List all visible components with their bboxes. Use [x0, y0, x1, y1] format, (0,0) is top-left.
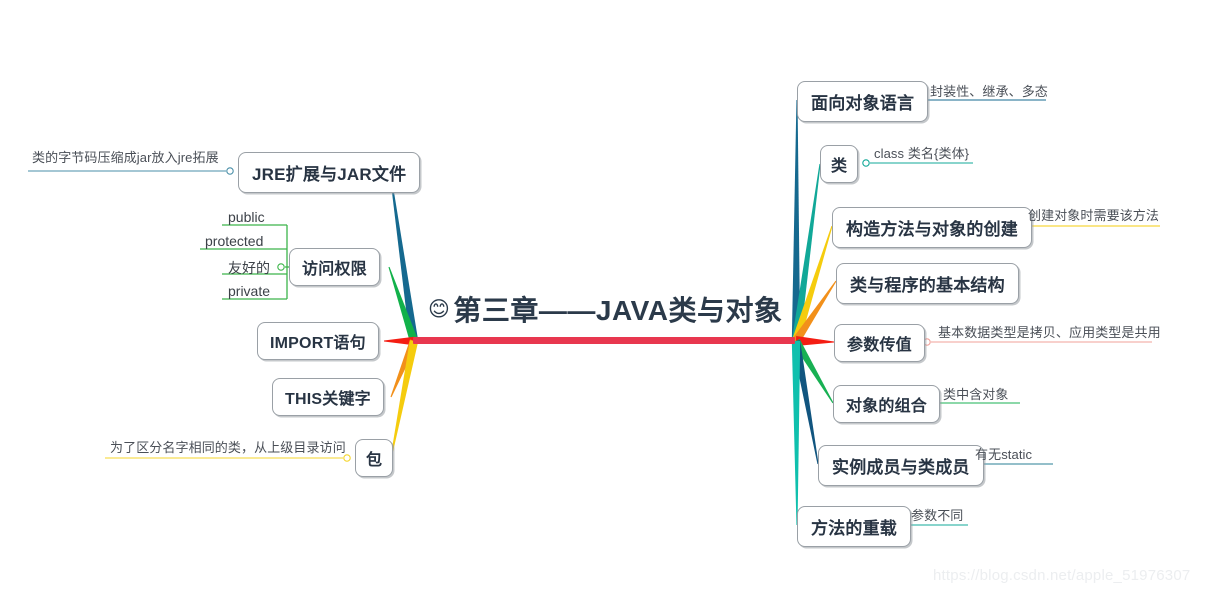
branch-line [390, 339, 418, 398]
sublabel-jre-extension: 类的字节码压缩成jar放入jre拓展 [32, 150, 219, 165]
sub-connector-dot [277, 263, 285, 271]
node-label: 对象的组合 [846, 398, 928, 415]
center-title-text: 第三章——JAVA类与对象 [453, 295, 783, 326]
node-label: 包 [366, 452, 383, 469]
leaf-label-friendly: 友好的 [228, 260, 270, 276]
watermark: https://blog.csdn.net/apple_51976307 [933, 567, 1191, 584]
sublabel-object-composition: 类中含对象 [943, 387, 1009, 402]
node-label: 类与程序的基本结构 [850, 276, 1005, 295]
node-import-statement[interactable]: IMPORT语句 [257, 322, 379, 360]
sublabel-instance-class-members: 有无static [975, 447, 1033, 462]
leaf-label-private: private [228, 283, 271, 299]
sublabel-method-overloading: 参数不同 [911, 508, 964, 523]
node-instance-and-class-members[interactable]: 实例成员与类成员 [818, 445, 984, 486]
node-object-composition[interactable]: 对象的组合 [833, 385, 941, 423]
node-label: IMPORT语句 [270, 335, 366, 352]
branch-line [791, 225, 833, 343]
leaf-label-protected: protected [205, 233, 264, 249]
center-bar [413, 337, 795, 344]
branch-line [792, 280, 837, 344]
branch-line [389, 170, 419, 342]
sublabel-object-oriented-language: 封装性、继承、多态 [930, 84, 1048, 99]
node-label: JRE扩展与JAR文件 [252, 165, 407, 184]
sub-connector-dot [226, 167, 234, 175]
node-class-and-program-structure[interactable]: 类与程序的基本结构 [836, 263, 1019, 304]
node-this-keyword[interactable]: THIS关键字 [272, 378, 384, 416]
branch-line [384, 336, 414, 346]
sub-connector-dot [862, 159, 870, 167]
node-label: 访问权限 [302, 261, 367, 278]
node-jre-extension-and-jar-file[interactable]: JRE扩展与JAR文件 [238, 152, 421, 193]
branch-line [791, 340, 801, 526]
node-label: 类 [831, 158, 848, 175]
branch-line [795, 336, 835, 346]
node-label: THIS关键字 [285, 391, 371, 408]
node-label: 实例成员与类成员 [832, 458, 970, 477]
branch-line [390, 340, 419, 459]
smiley-emoji-icon: 😊 [428, 297, 451, 321]
center-title: 😊 第三章——JAVA类与对象 [428, 289, 782, 329]
sublabel-package: 为了区分名字相同的类，从上级目录访问 [110, 440, 346, 455]
branch-line [388, 266, 418, 343]
branch-line [791, 340, 819, 465]
sublabel-constructor: 创建对象时需要该方法 [1028, 208, 1160, 223]
node-object-oriented-language[interactable]: 面向对象语言 [797, 81, 929, 122]
node-parameter-passing[interactable]: 参数传值 [834, 324, 925, 362]
node-class[interactable]: 类 [820, 145, 859, 183]
leaf-label-public: public [228, 209, 265, 225]
sublabel-class: class 类名{类体} [874, 146, 970, 161]
node-label: 面向对象语言 [811, 94, 915, 113]
node-method-overloading[interactable]: 方法的重载 [797, 506, 911, 547]
branch-line [791, 99, 801, 342]
node-label: 方法的重载 [811, 519, 897, 538]
node-label: 构造方法与对象的创建 [846, 220, 1018, 239]
sublabel-parameter-passing: 基本数据类型是拷贝、应用类型是共用 [938, 325, 1161, 340]
node-package[interactable]: 包 [355, 439, 394, 477]
branch-line [792, 338, 834, 404]
node-constructor-and-object-creation[interactable]: 构造方法与对象的创建 [832, 207, 1032, 248]
branch-line [791, 163, 821, 342]
node-access-permissions[interactable]: 访问权限 [289, 248, 380, 286]
node-label: 参数传值 [847, 337, 912, 354]
mindmap-canvas: 😊 第三章——JAVA类与对象 面向对象语言 类 构造方法与对象的创建 类与程序… [0, 0, 1210, 595]
